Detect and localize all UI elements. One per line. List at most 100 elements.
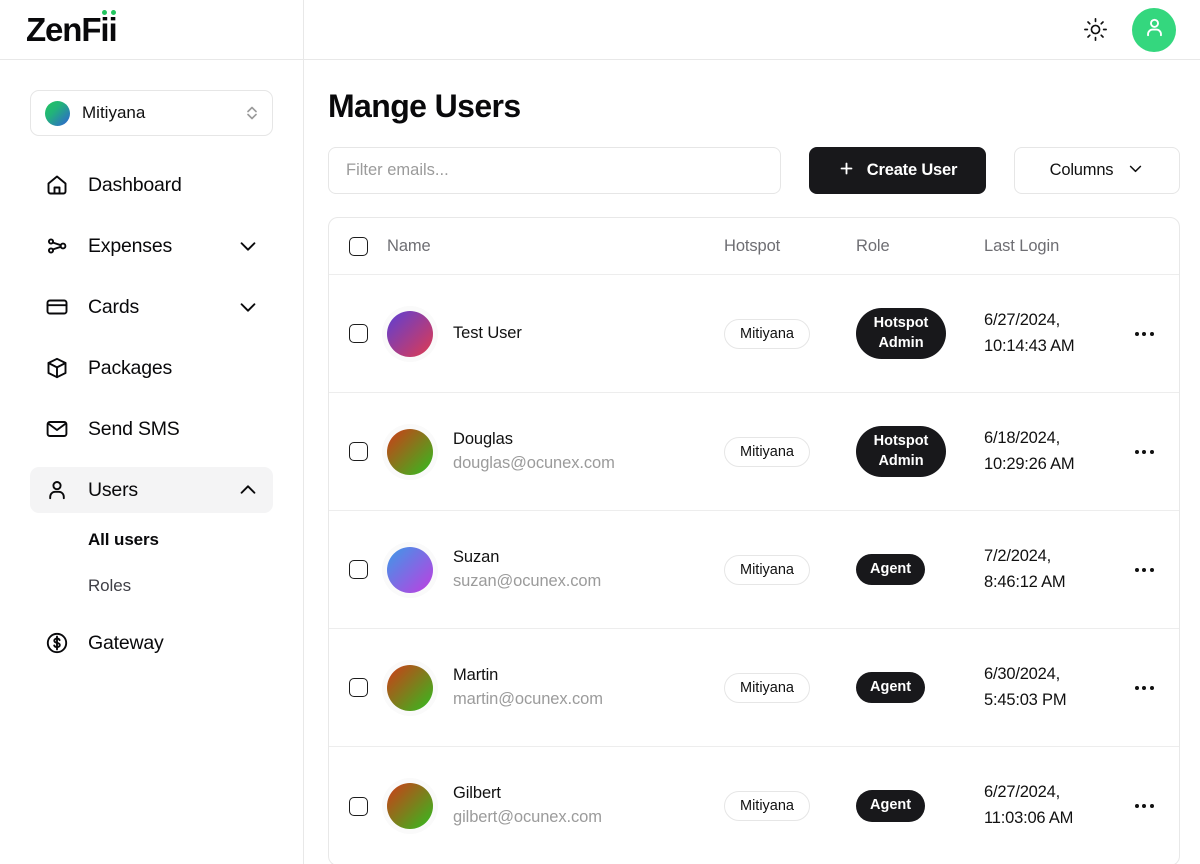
create-user-button[interactable]: Create User [809, 147, 986, 194]
more-horizontal-icon[interactable] [1127, 560, 1162, 580]
sidebar-item-expenses[interactable]: Expenses [30, 223, 273, 269]
user-name: Douglas [453, 429, 513, 448]
cell-name: Suzan suzan@ocunex.com [387, 546, 724, 594]
sidebar-item-label: Send SMS [88, 417, 180, 440]
more-horizontal-icon[interactable] [1127, 442, 1162, 462]
filter-emails-input[interactable] [328, 147, 781, 194]
columns-button[interactable]: Columns [1014, 147, 1180, 194]
sidebar-item-label: Gateway [88, 631, 164, 654]
last-login-value: 6/18/2024, 10:29:26 AM [984, 428, 1075, 473]
row-checkbox[interactable] [348, 678, 368, 697]
cell-last-login: 7/2/2024, 8:46:12 AM [984, 544, 1109, 595]
cell-name: Gilbert gilbert@ocunex.com [387, 782, 724, 830]
select-all-cell [329, 236, 387, 256]
envelope-icon [44, 416, 70, 442]
cell-hotspot: Mitiyana [724, 554, 856, 585]
users-subnav: All users Roles [0, 524, 303, 616]
last-login-value: 7/2/2024, 8:46:12 AM [984, 546, 1066, 591]
row-checkbox[interactable] [348, 324, 368, 343]
table-row[interactable]: Gilbert gilbert@ocunex.com Mitiyana Agent 6/… [329, 747, 1179, 864]
page-title: Mange Users [328, 88, 521, 124]
dollar-circle-icon [44, 630, 70, 656]
cell-name: Test User [387, 310, 724, 357]
row-select-cell [329, 678, 387, 697]
avatar [387, 783, 433, 829]
row-select-cell [329, 442, 387, 461]
cell-hotspot: Mitiyana [724, 318, 856, 349]
hotspot-badge: Mitiyana [724, 791, 810, 821]
user-identity: Gilbert gilbert@ocunex.com [453, 782, 602, 830]
sidebar-item-send-sms[interactable]: Send SMS [30, 406, 273, 452]
cell-actions [1109, 560, 1179, 580]
row-select-cell [329, 796, 387, 816]
cell-actions [1109, 442, 1179, 462]
sidebar-item-all-users[interactable]: All users [30, 524, 273, 556]
sidebar-item-cards[interactable]: Cards [30, 284, 273, 330]
credit-card-icon [44, 294, 70, 320]
chevron-up-down-icon [246, 105, 258, 121]
sidebar-item-users[interactable]: Users [30, 467, 273, 513]
cell-hotspot: Mitiyana [724, 436, 856, 467]
cell-role: Hotspot Admin [856, 425, 984, 478]
user-name: Martin [453, 665, 499, 684]
cell-last-login: 6/27/2024, 10:14:43 AM [984, 308, 1109, 359]
row-checkbox[interactable] [348, 560, 368, 579]
more-horizontal-icon[interactable] [1127, 678, 1162, 698]
sidebar-item-gateway[interactable]: Gateway [30, 620, 273, 666]
sidebar-nav: Dashboard Expenses Cards Packages Send S… [0, 162, 303, 528]
table-row[interactable]: Suzan suzan@ocunex.com Mitiyana Agent 7/2/20… [329, 511, 1179, 629]
table-row[interactable]: Test User Mitiyana Hotspot Admin 6/27/2024,… [329, 275, 1179, 393]
chevron-up-icon[interactable] [237, 479, 259, 501]
brand-area: ZenFii [0, 0, 303, 60]
table-toolbar: Create User Columns [328, 147, 1180, 194]
role-badge: Hotspot Admin [856, 307, 946, 360]
app-root: ZenFii Mitiyana Dashboard Expenses Cards… [0, 0, 1200, 864]
home-icon [44, 172, 70, 198]
user-name: Suzan [453, 547, 500, 566]
cell-role: Agent [856, 671, 984, 704]
chevron-down-icon[interactable] [237, 296, 259, 318]
cell-role: Agent [856, 553, 984, 586]
cell-role: Agent [856, 790, 984, 822]
user-avatar-button[interactable] [1132, 7, 1176, 52]
cell-name: Douglas douglas@ocunex.com [387, 428, 724, 476]
user-name: Gilbert [453, 784, 501, 803]
role-badge: Agent [856, 553, 926, 586]
sidebar-item-label: Users [88, 478, 138, 501]
sidebar-item-packages[interactable]: Packages [30, 345, 273, 391]
user-identity: Test User [453, 322, 522, 346]
sidebar-item-dashboard[interactable]: Dashboard [30, 162, 273, 208]
hotspot-badge: Mitiyana [724, 436, 810, 467]
select-all-checkbox[interactable] [348, 236, 368, 256]
table-row[interactable]: Douglas douglas@ocunex.com Mitiyana Hotspot… [329, 393, 1179, 511]
plus-icon [838, 160, 855, 182]
column-header-hotspot[interactable]: Hotspot [724, 237, 856, 256]
more-horizontal-icon[interactable] [1127, 324, 1162, 344]
table-body: Test User Mitiyana Hotspot Admin 6/27/2024,… [329, 275, 1179, 864]
avatar [387, 546, 433, 593]
row-checkbox[interactable] [348, 442, 368, 461]
role-badge: Agent [856, 790, 926, 822]
users-table: Name Hotspot Role Last Login Test User Mi… [328, 217, 1180, 864]
cell-actions [1109, 796, 1179, 816]
more-horizontal-icon[interactable] [1127, 796, 1162, 816]
app-logo[interactable]: ZenFii [26, 10, 118, 46]
user-email: suzan@ocunex.com [453, 571, 602, 590]
user-icon [1142, 15, 1167, 45]
column-header-role[interactable]: Role [856, 237, 984, 256]
sidebar-item-roles[interactable]: Roles [30, 570, 273, 602]
user-email: gilbert@ocunex.com [453, 808, 602, 826]
column-header-name[interactable]: Name [387, 237, 724, 256]
sun-icon[interactable] [1080, 15, 1110, 45]
chevron-down-icon[interactable] [237, 235, 259, 257]
sidebar-item-label: Dashboard [88, 173, 182, 196]
last-login-value: 6/27/2024, 10:14:43 AM [984, 310, 1075, 355]
table-row[interactable]: Martin martin@ocunex.com Mitiyana Agent 6/30… [329, 629, 1179, 747]
chevron-down-icon [1127, 160, 1144, 182]
sidebar-item-label: Expenses [88, 234, 173, 257]
row-checkbox[interactable] [348, 796, 368, 816]
org-switcher[interactable]: Mitiyana [30, 90, 273, 136]
user-name: Test User [453, 323, 522, 342]
create-user-label: Create User [866, 161, 958, 179]
column-header-last-login[interactable]: Last Login [984, 237, 1109, 256]
